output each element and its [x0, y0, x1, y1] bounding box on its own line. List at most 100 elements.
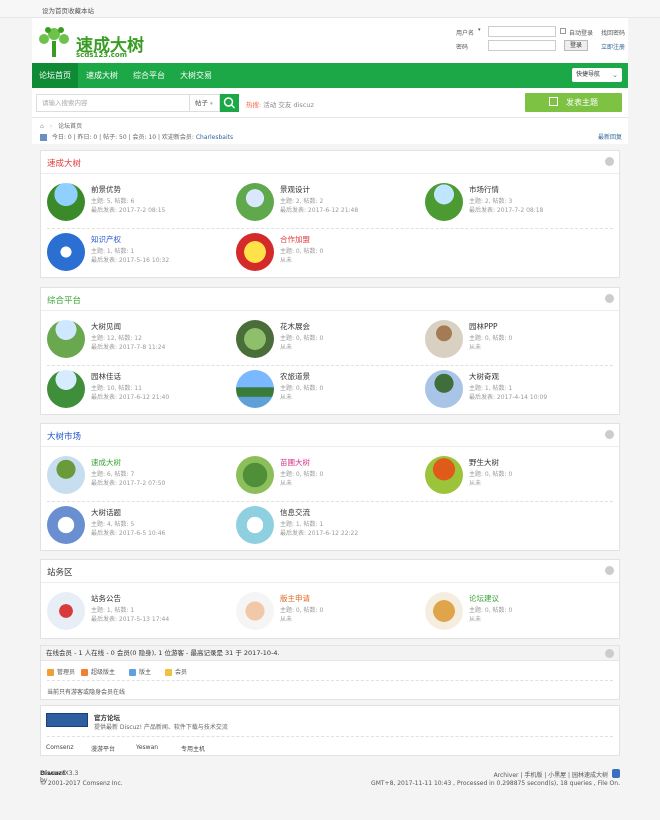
link-yeswan[interactable]: Yeswan — [136, 744, 158, 751]
section-title[interactable]: 速成大树 — [47, 157, 81, 169]
site-logo[interactable]: 速成大树 scds123.com — [34, 25, 144, 59]
forum-name[interactable]: 信息交流 — [280, 507, 310, 518]
forum-last-post[interactable]: 从未 — [469, 342, 481, 351]
forum-last-post[interactable]: 最后发表: 2017-6-12 22:22 — [280, 528, 358, 537]
forum-last-post[interactable]: 最后发表: 2017-7-2 08:18 — [469, 205, 543, 214]
forum-name[interactable]: 站务公告 — [91, 593, 121, 604]
new-member-link[interactable]: Charlesbaits — [196, 134, 233, 141]
password-input[interactable] — [488, 40, 556, 51]
forum-last-post[interactable]: 最后发表: 2017-5-16 10:32 — [91, 255, 169, 264]
collapse-icon[interactable] — [605, 566, 614, 575]
forgot-password-link[interactable]: 找回密码 — [601, 28, 625, 37]
official-forum-title[interactable]: 官方论坛 — [94, 712, 120, 722]
forum-last-post[interactable]: 最后发表: 2017-5-13 17:44 — [91, 614, 169, 623]
forum-name[interactable]: 前景优势 — [91, 184, 121, 195]
forum-name[interactable]: 论坛建议 — [469, 593, 499, 604]
forum-item[interactable]: 农旅道景 主题: 0, 帖数: 0 从未 — [230, 366, 415, 412]
footer-links[interactable]: Archiver | 手机版 | 小黑屋 | 园林速成大树 — [494, 770, 608, 779]
nav-item-home[interactable]: 论坛首页 — [32, 63, 78, 88]
search-type-select[interactable]: 帖子 ▾ — [190, 94, 220, 112]
forum-item[interactable]: 大树奇观 主题: 1, 帖数: 1 最后发表: 2017-4-14 10:09 — [419, 366, 604, 412]
forum-last-post[interactable]: 最后发表: 2017-4-14 10:09 — [469, 392, 547, 401]
username-input[interactable] — [488, 26, 556, 37]
forum-item[interactable]: 市场行情 主题: 2, 帖数: 3 最后发表: 2017-7-2 08:18 — [419, 179, 604, 225]
forum-last-post[interactable]: 最后发表: 2017-6-5 10:46 — [91, 528, 165, 537]
forum-item[interactable]: 野生大树 主题: 0, 帖数: 0 从未 — [419, 452, 604, 498]
hot-link[interactable]: 交友 — [278, 101, 291, 109]
search-button[interactable] — [220, 94, 239, 112]
forum-item[interactable]: 知识产权 主题: 1, 帖数: 1 最后发表: 2017-5-16 10:32 — [41, 229, 226, 275]
forum-last-post[interactable]: 最后发表: 2017-6-12 21:40 — [91, 392, 169, 401]
forum-last-post[interactable]: 最后发表: 2017-7-8 11:24 — [91, 342, 165, 351]
forum-item[interactable]: 信息交流 主题: 1, 帖数: 1 最后发表: 2017-6-12 22:22 — [230, 502, 415, 548]
forum-name[interactable]: 园林PPP — [469, 321, 498, 332]
link-roaming[interactable]: 漫游平台 — [91, 744, 115, 753]
forum-name[interactable]: 大树话题 — [91, 507, 121, 518]
register-link[interactable]: 立即注册 — [601, 42, 625, 51]
collapse-icon[interactable] — [605, 649, 614, 658]
forum-last-post[interactable]: 从未 — [280, 342, 292, 351]
link-comsenz[interactable]: Comsenz — [46, 744, 73, 751]
link-host[interactable]: 专用主机 — [181, 744, 205, 753]
home-icon[interactable]: ⌂ — [40, 123, 44, 130]
search-input[interactable]: 请输入搜索内容 — [36, 94, 190, 112]
forum-last-post[interactable]: 最后发表: 2017-7-2 07:50 — [91, 478, 165, 487]
forum-name[interactable]: 苗圃大树 — [280, 457, 310, 468]
section-title[interactable]: 综合平台 — [47, 294, 81, 306]
set-home-link[interactable]: 设为首页 — [42, 5, 68, 15]
forum-item[interactable]: 大树见闻 主题: 12, 帖数: 12 最后发表: 2017-7-8 11:24 — [41, 316, 226, 362]
section-title[interactable]: 站务区 — [47, 566, 73, 578]
bookmark-link[interactable]: 收藏本站 — [68, 5, 94, 15]
forum-name[interactable]: 景观设计 — [280, 184, 310, 195]
nav-item-platform[interactable]: 综合平台 — [128, 63, 170, 88]
nav-item-trade[interactable]: 大树交易 — [175, 63, 217, 88]
forum-last-post[interactable]: 从未 — [280, 614, 292, 623]
forum-item[interactable]: 园林佳话 主题: 10, 帖数: 11 最后发表: 2017-6-12 21:4… — [41, 366, 226, 412]
collapse-icon[interactable] — [605, 157, 614, 166]
forum-last-post[interactable]: 从未 — [469, 614, 481, 623]
auto-login-checkbox[interactable] — [560, 28, 566, 34]
forum-name[interactable]: 版主申请 — [280, 593, 310, 604]
hot-link[interactable]: 活动 — [263, 101, 276, 109]
forum-name[interactable]: 农旅道景 — [280, 371, 310, 382]
post-topic-button[interactable]: 发表主题 — [525, 93, 622, 112]
forum-last-post[interactable]: 从未 — [280, 478, 292, 487]
forum-name[interactable]: 市场行情 — [469, 184, 499, 195]
forum-item[interactable]: 站务公告 主题: 1, 帖数: 1 最后发表: 2017-5-13 17:44 — [41, 588, 226, 634]
breadcrumb-home[interactable]: 论坛首页 — [58, 123, 82, 130]
collapse-icon[interactable] — [605, 294, 614, 303]
hot-link[interactable]: discuz — [293, 101, 313, 109]
forum-item[interactable]: 前景优势 主题: 5, 帖数: 6 最后发表: 2017-7-2 08:15 — [41, 179, 226, 225]
forum-name[interactable]: 知识产权 — [91, 234, 121, 245]
forum-name[interactable]: 大树见闻 — [91, 321, 121, 332]
collapse-icon[interactable] — [605, 430, 614, 439]
forum-last-post[interactable]: 从未 — [469, 478, 481, 487]
forum-last-post[interactable]: 从未 — [280, 255, 292, 264]
forum-item[interactable]: 大树话题 主题: 4, 帖数: 5 最后发表: 2017-6-5 10:46 — [41, 502, 226, 548]
forum-name[interactable]: 园林佳话 — [91, 371, 121, 382]
forum-last-post[interactable]: 从未 — [280, 392, 292, 401]
forum-last-post[interactable]: 最后发表: 2017-6-12 21:48 — [280, 205, 358, 214]
forum-name[interactable]: 花木展会 — [280, 321, 310, 332]
login-button[interactable]: 登录 — [564, 40, 588, 51]
quick-nav-dropdown[interactable]: 快捷导航 ⌄ — [572, 68, 622, 82]
online-summary-text[interactable]: 在线会员 - 1 人在线 - 0 会员(0 隐身), 1 位游客 - 最高记录是… — [46, 649, 280, 657]
chevron-down-icon[interactable]: ▾ — [478, 27, 481, 33]
forum-name[interactable]: 合作加盟 — [280, 234, 310, 245]
forum-item[interactable]: 苗圃大树 主题: 0, 帖数: 0 从未 — [230, 452, 415, 498]
forum-last-post[interactable]: 最后发表: 2017-7-2 08:15 — [91, 205, 165, 214]
forum-item[interactable]: 园林PPP 主题: 0, 帖数: 0 从未 — [419, 316, 604, 362]
forum-item[interactable]: 景观设计 主题: 2, 帖数: 2 最后发表: 2017-6-12 21:48 — [230, 179, 415, 225]
forum-item[interactable]: 论坛建议 主题: 0, 帖数: 0 从未 — [419, 588, 604, 634]
nav-item-scds[interactable]: 速成大树 — [81, 63, 123, 88]
forum-item[interactable]: 版主申请 主题: 0, 帖数: 0 从未 — [230, 588, 415, 634]
section-title[interactable]: 大树市场 — [47, 430, 81, 442]
forum-name[interactable]: 野生大树 — [469, 457, 499, 468]
forum-item[interactable]: 花木展会 主题: 0, 帖数: 0 从未 — [230, 316, 415, 362]
forum-item[interactable]: 合作加盟 主题: 0, 帖数: 0 从未 — [230, 229, 415, 275]
forum-item[interactable]: 速成大树 主题: 6, 帖数: 7 最后发表: 2017-7-2 07:50 — [41, 452, 226, 498]
discuz-logo[interactable] — [46, 713, 88, 727]
latest-replies-link[interactable]: 最新回复 — [598, 132, 622, 141]
forum-name[interactable]: 大树奇观 — [469, 371, 499, 382]
forum-name[interactable]: 速成大树 — [91, 457, 121, 468]
